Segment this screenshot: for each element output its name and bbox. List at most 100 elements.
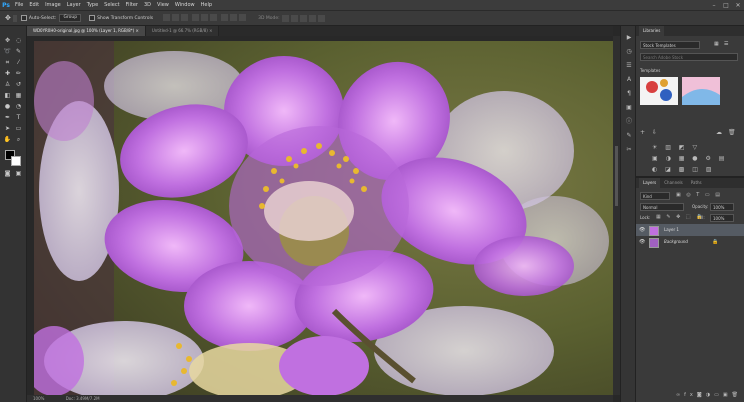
auto-select-checkbox[interactable] xyxy=(20,15,27,21)
libraries-tab[interactable]: Libraries xyxy=(639,26,665,36)
brush-tool-icon[interactable]: ✏ xyxy=(14,69,23,78)
crop-tool-icon[interactable]: ⌗ xyxy=(3,58,12,67)
hand-tool-icon[interactable]: ✋ xyxy=(3,135,12,144)
delete-icon[interactable]: 🗑 xyxy=(728,129,736,136)
adjustments-row-icons[interactable]: ◐ ◪ ▩ ◫ ▨ xyxy=(652,166,715,173)
quick-select-tool-icon[interactable]: ✎ xyxy=(14,47,23,56)
cloud-icon[interactable]: ☁ xyxy=(716,129,722,136)
template-thumbnail[interactable] xyxy=(640,77,678,105)
zoom-readout[interactable]: 100% xyxy=(33,396,44,401)
adjustments-row-icons[interactable]: ☀ ▥ ◩ ▽ xyxy=(652,144,700,151)
align-left-icon[interactable] xyxy=(192,13,200,21)
new-layer-icon[interactable]: ▣ xyxy=(723,392,732,398)
paths-tab[interactable]: Paths xyxy=(686,178,706,188)
pen-tool-icon[interactable]: ✒ xyxy=(3,113,12,122)
menu-help[interactable]: Help xyxy=(198,0,215,10)
adjustments-row-icons[interactable]: ▣ ◑ ▦ ● ⚙ ▤ xyxy=(652,155,727,162)
opacity-field[interactable]: 100% xyxy=(710,203,734,211)
move-tool-icon[interactable]: ✥ xyxy=(5,14,11,22)
clone-stamp-icon[interactable]: ♙ xyxy=(3,80,12,89)
scrollbar-thumb[interactable] xyxy=(615,146,618,206)
library-dropdown[interactable]: Stock Templates xyxy=(640,41,700,49)
styles-icon[interactable]: ▣ xyxy=(625,104,633,112)
template-thumbnail[interactable] xyxy=(682,77,720,105)
upload-icon[interactable]: ⇩ xyxy=(652,129,657,136)
visibility-eye-icon[interactable]: 👁 xyxy=(639,224,645,236)
align-middle-icon[interactable] xyxy=(172,13,180,21)
menu-select[interactable]: Select xyxy=(101,0,122,10)
type-tool-icon[interactable]: T xyxy=(14,113,23,122)
layer-row[interactable]: 👁 Background 🔒 xyxy=(636,236,744,248)
add-icon[interactable]: + xyxy=(640,129,645,136)
align-bottom-icon[interactable] xyxy=(181,13,189,21)
shape-tool-icon[interactable]: ▭ xyxy=(14,124,23,133)
eyedropper-tool-icon[interactable]: ⁄ xyxy=(14,58,23,67)
layer-row[interactable]: 👁 Layer 1 xyxy=(636,224,744,236)
fx-icon[interactable]: fx xyxy=(684,392,697,398)
dodge-tool-icon[interactable]: ◔ xyxy=(14,102,23,111)
grid-view-icon[interactable]: ▦ xyxy=(714,41,721,48)
layer-name[interactable]: Layer 1 xyxy=(664,224,679,236)
play-icon[interactable]: ▶ xyxy=(625,34,633,42)
close-icon[interactable]: ✕ xyxy=(732,2,744,9)
3d-rotate-icon[interactable] xyxy=(281,14,289,22)
adjustment-layer-icon[interactable]: ◑ xyxy=(706,392,714,398)
3d-slide-icon[interactable] xyxy=(308,14,316,22)
menu-edit[interactable]: Edit xyxy=(26,0,42,10)
background-color-swatch[interactable] xyxy=(11,156,21,166)
history-brush-icon[interactable]: ↺ xyxy=(14,80,23,89)
gradient-tool-icon[interactable]: ▦ xyxy=(14,91,23,100)
marquee-tool-icon[interactable]: ◌ xyxy=(14,36,23,45)
healing-brush-icon[interactable]: ✚ xyxy=(3,69,12,78)
layer-filter-dropdown[interactable]: Kind xyxy=(640,192,670,200)
vertical-scrollbar[interactable] xyxy=(613,36,620,395)
menu-window[interactable]: Window xyxy=(172,0,198,10)
visibility-eye-icon[interactable]: 👁 xyxy=(639,236,645,248)
tools-icon[interactable]: ✂ xyxy=(625,146,633,154)
delete-layer-icon[interactable]: 🗑 xyxy=(732,392,742,398)
info-icon[interactable]: ⓘ xyxy=(625,118,633,126)
layer-filter-icons[interactable]: ▣ ◎ T ▭ ▤ xyxy=(676,192,722,198)
layer-name[interactable]: Background xyxy=(664,236,688,248)
eraser-tool-icon[interactable]: ◧ xyxy=(3,91,12,100)
menu-3d[interactable]: 3D xyxy=(141,0,154,10)
maximize-icon[interactable]: □ xyxy=(720,2,732,9)
blur-tool-icon[interactable]: ● xyxy=(3,102,12,111)
3d-pan-icon[interactable] xyxy=(299,14,307,22)
zoom-tool-icon[interactable]: ⌕ xyxy=(14,135,23,144)
menu-file[interactable]: File xyxy=(12,0,26,10)
channels-tab[interactable]: Channels xyxy=(660,178,687,188)
menu-layer[interactable]: Layer xyxy=(64,0,84,10)
menu-type[interactable]: Type xyxy=(84,0,101,10)
auto-select-dropdown[interactable]: Group xyxy=(59,14,82,22)
mask-icon[interactable]: ◙ xyxy=(697,392,706,398)
3d-roll-icon[interactable] xyxy=(290,14,298,22)
distribute-icon[interactable] xyxy=(221,13,229,21)
group-icon[interactable]: ▭ xyxy=(714,392,723,398)
fill-field[interactable]: 100% xyxy=(710,214,734,222)
menu-image[interactable]: Image xyxy=(42,0,64,10)
screen-mode-icon[interactable]: ▣ xyxy=(14,169,23,178)
align-center-icon[interactable] xyxy=(201,13,209,21)
3d-scale-icon[interactable] xyxy=(317,14,325,22)
layers-tab[interactable]: Layers xyxy=(639,178,661,188)
brush-icon[interactable]: ✎ xyxy=(625,132,633,140)
adjust-icon[interactable]: ☰ xyxy=(625,62,633,70)
character-icon[interactable]: A xyxy=(625,76,633,84)
document-tab[interactable]: Untitled-1 @ 66.7% (RGB/8) × xyxy=(145,26,220,36)
path-select-icon[interactable]: ➤ xyxy=(3,124,12,133)
align-right-icon[interactable] xyxy=(210,13,218,21)
paragraph-icon[interactable]: ¶ xyxy=(625,90,633,98)
history-icon[interactable]: ◷ xyxy=(625,48,633,56)
tool-preset-picker[interactable] xyxy=(12,14,17,22)
show-transform-checkbox[interactable] xyxy=(89,15,96,21)
distribute-icon[interactable] xyxy=(239,13,247,21)
distribute-icon[interactable] xyxy=(230,13,238,21)
lasso-tool-icon[interactable]: ➰ xyxy=(3,47,12,56)
quick-mask-icon[interactable]: ◙ xyxy=(3,169,12,178)
blend-mode-dropdown[interactable]: Normal xyxy=(640,203,684,211)
align-top-icon[interactable] xyxy=(163,13,171,21)
menu-view[interactable]: View xyxy=(154,0,172,10)
document-canvas[interactable] xyxy=(34,41,613,395)
document-tab[interactable]: WD0YR0H0-original.jpg @ 100% (Layer 1, R… xyxy=(27,26,146,36)
